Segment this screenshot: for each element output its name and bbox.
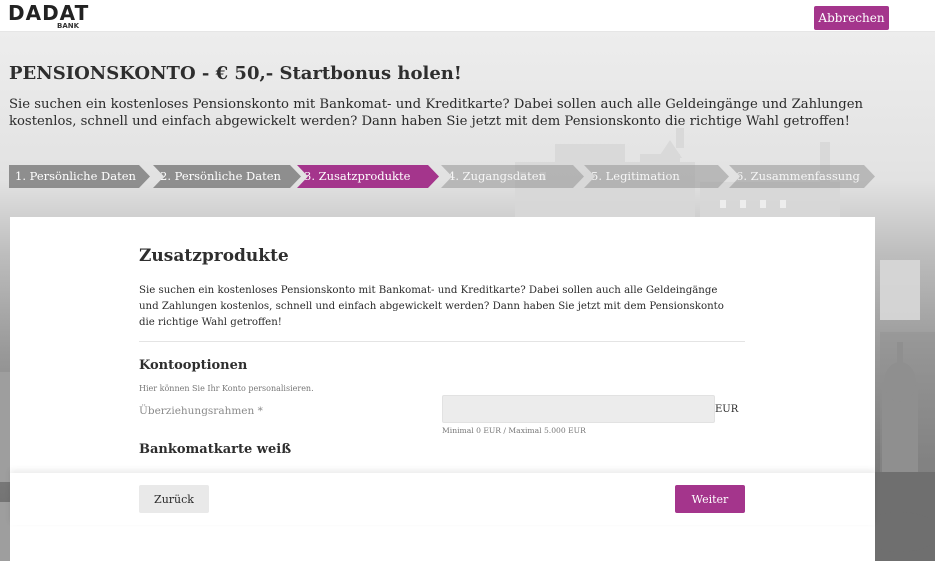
step-label: 1. Persönliche Daten: [15, 169, 136, 183]
step-label: 4. Zugangsdaten: [448, 169, 546, 183]
next-button[interactable]: Weiter: [675, 485, 745, 513]
form-footer: Zurück Weiter: [10, 473, 875, 525]
section-description: Sie suchen ein kostenloses Pensionskonto…: [139, 285, 724, 328]
step-6: 6. Zusammenfassung: [729, 165, 875, 188]
top-bar: DADAT BANK Abbrechen: [0, 0, 935, 32]
step-label: 3. Zusatzprodukte: [304, 169, 411, 183]
overdraft-unit: EUR: [715, 404, 739, 415]
step-2[interactable]: 2. Persönliche Daten: [153, 165, 301, 188]
overdraft-limits-note: Minimal 0 EUR / Maximal 5.000 EUR: [442, 426, 586, 435]
debit-card-heading: Bankomatkarte weiß: [139, 442, 292, 457]
step-label: 6. Zusammenfassung: [736, 169, 860, 183]
overdraft-input[interactable]: [442, 395, 715, 423]
divider: [139, 341, 745, 342]
intro-text: Sie suchen ein kostenloses Pensionskonto…: [9, 97, 864, 129]
logo-subtext: BANK: [57, 22, 80, 30]
step-5: 5. Legitimation: [584, 165, 729, 188]
overdraft-label: Überziehungsrahmen *: [139, 405, 263, 417]
section-heading: Zusatzprodukte: [139, 246, 289, 266]
step-3[interactable]: 3. Zusatzprodukte: [297, 165, 439, 188]
account-options-heading: Kontooptionen: [139, 358, 248, 373]
back-button[interactable]: Zurück: [139, 485, 209, 513]
progress-steps: 1. Persönliche Daten 2. Persönliche Date…: [9, 165, 879, 188]
dadat-bank-logo[interactable]: DADAT BANK: [8, 1, 88, 31]
page-title: PENSIONSKONTO - € 50,- Startbonus holen!: [9, 63, 462, 84]
step-label: 5. Legitimation: [591, 169, 680, 183]
step-1[interactable]: 1. Persönliche Daten: [9, 165, 150, 188]
step-4: 4. Zugangsdaten: [441, 165, 584, 188]
step-label: 2. Persönliche Daten: [160, 169, 281, 183]
account-options-hint: Hier können Sie Ihr Konto personalisiere…: [139, 384, 314, 393]
cancel-button[interactable]: Abbrechen: [814, 6, 889, 30]
